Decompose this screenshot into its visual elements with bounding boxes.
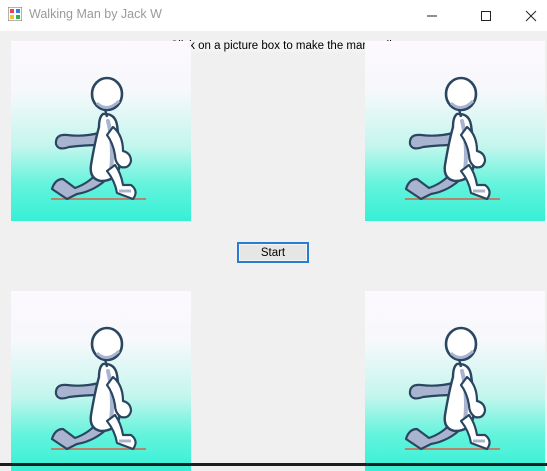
window-title: Walking Man by Jack W (29, 7, 162, 21)
form-client-area: Click on a picture box to make the man w… (0, 31, 547, 471)
instruction-label: Click on a picture box to make the man w… (170, 40, 395, 52)
walking-man-image (49, 76, 148, 202)
title-bar[interactable]: Walking Man by Jack W (0, 0, 547, 31)
picture-box-top-right[interactable] (365, 41, 545, 221)
walking-man-image (49, 326, 148, 452)
maximize-icon (481, 11, 491, 21)
walking-man-image (403, 76, 502, 202)
picture-box-bottom-right[interactable] (365, 291, 545, 471)
picture-box-top-left[interactable] (11, 41, 191, 221)
start-button[interactable]: Start (237, 242, 309, 263)
minimize-button[interactable] (409, 0, 455, 31)
minimize-icon (427, 15, 437, 17)
close-icon (525, 10, 537, 22)
walking-man-image (403, 326, 502, 452)
picture-box-bottom-left[interactable] (11, 291, 191, 471)
close-button[interactable] (508, 0, 547, 31)
app-icon (8, 7, 22, 21)
maximize-button[interactable] (463, 0, 509, 31)
